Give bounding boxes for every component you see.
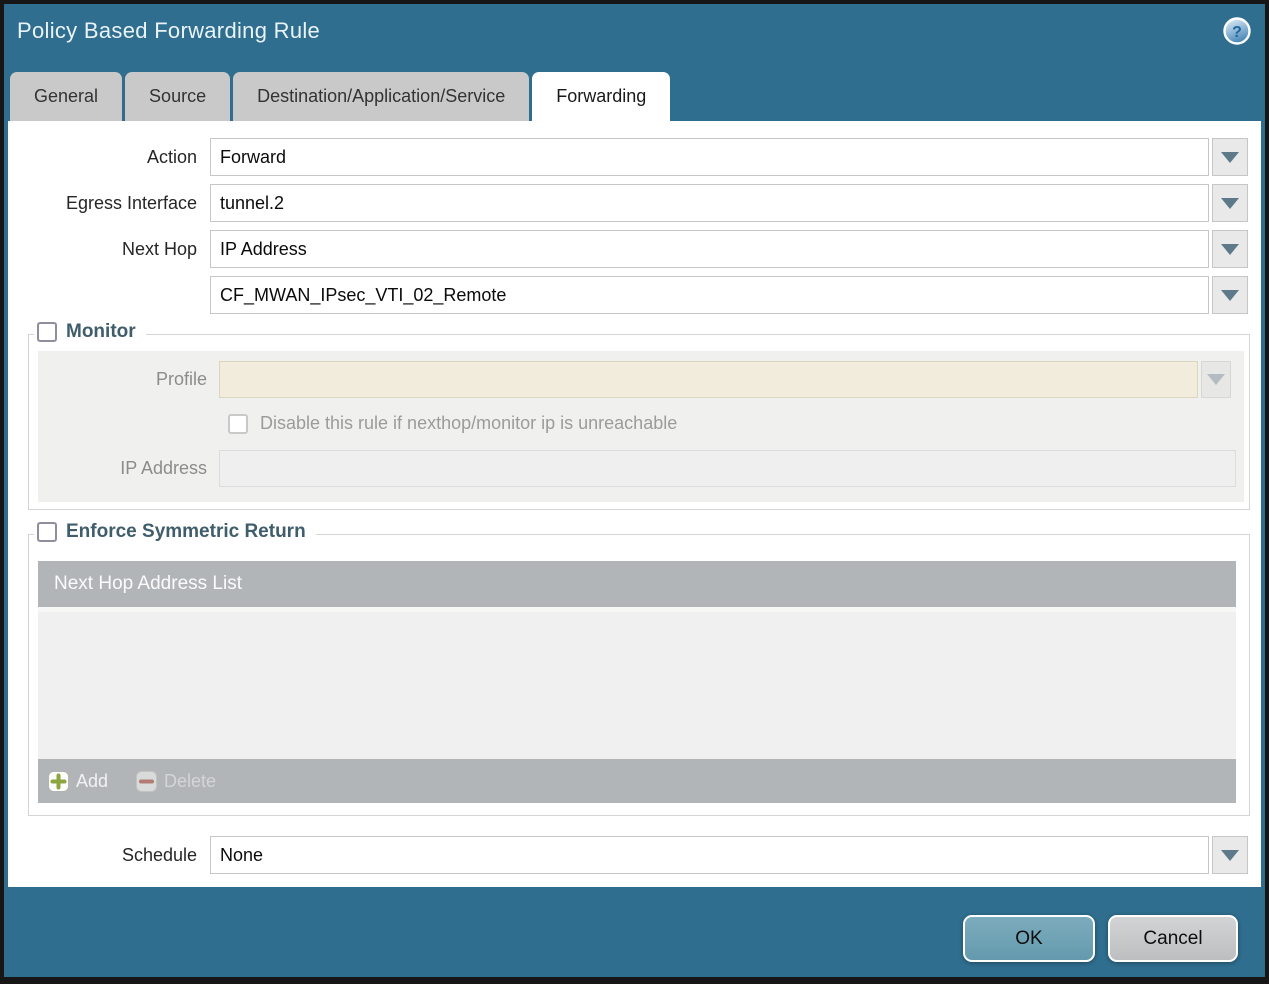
next-hop-address-list-header: Next Hop Address List — [38, 561, 1236, 607]
action-select[interactable]: Forward — [210, 138, 1209, 176]
chevron-down-icon — [1221, 151, 1239, 163]
add-button-label: Add — [76, 770, 109, 791]
pbf-rule-dialog: Policy Based Forwarding Rule ? General S… — [0, 0, 1269, 984]
add-button[interactable]: Add — [48, 770, 109, 792]
tab-general[interactable]: General — [10, 72, 123, 121]
profile-dropdown-button — [1201, 361, 1231, 398]
next-hop-address-list-body[interactable] — [38, 607, 1236, 759]
profile-select — [219, 361, 1198, 398]
next-hop-address-dropdown-button[interactable] — [1212, 276, 1248, 314]
monitor-ip-label: IP Address — [120, 458, 207, 478]
minus-icon — [136, 770, 158, 792]
profile-row: Profile — [38, 361, 1231, 398]
next-hop-label: Next Hop — [121, 238, 197, 259]
monitor-ip-row: IP Address — [38, 450, 1236, 487]
next-hop-type-select[interactable]: IP Address — [210, 230, 1209, 268]
egress-interface-select[interactable]: tunnel.2 — [210, 184, 1209, 222]
enforce-symmetric-return-label: Enforce Symmetric Return — [66, 521, 306, 542]
question-mark-icon: ? — [1223, 17, 1251, 45]
next-hop-address-list-footer: Add Delete — [38, 759, 1236, 803]
next-hop-row: Next Hop IP Address — [8, 230, 1248, 268]
egress-interface-dropdown-button[interactable] — [1212, 184, 1248, 222]
svg-text:?: ? — [1232, 24, 1242, 41]
monitor-fields: Profile Disable this rule if nexthop/mon… — [38, 351, 1244, 502]
monitor-legend: Monitor — [34, 321, 146, 343]
cancel-button[interactable]: Cancel — [1108, 915, 1238, 962]
monitor-checkbox[interactable] — [37, 322, 57, 342]
tab-bar: General Source Destination/Application/S… — [4, 72, 1265, 121]
next-hop-address-list-table: Next Hop Address List Add Delete — [38, 561, 1236, 803]
tab-source[interactable]: Source — [125, 72, 231, 121]
forwarding-tab-panel: Action Forward Egress Interface tunnel.2… — [8, 121, 1261, 887]
dialog-title: Policy Based Forwarding Rule — [17, 18, 321, 43]
action-label: Action — [146, 146, 197, 167]
dialog-titlebar: Policy Based Forwarding Rule ? — [4, 4, 1265, 72]
delete-button-label: Delete — [164, 770, 217, 791]
next-hop-type-dropdown-button[interactable] — [1212, 230, 1248, 268]
action-row: Action Forward — [8, 138, 1248, 176]
chevron-down-icon — [1221, 243, 1239, 255]
monitor-legend-label: Monitor — [66, 321, 136, 342]
help-icon[interactable]: ? — [1222, 16, 1252, 46]
enforce-symmetric-return-section: Enforce Symmetric Return Next Hop Addres… — [28, 521, 1250, 816]
disable-rule-checkbox — [228, 413, 248, 434]
chevron-down-icon — [1221, 849, 1239, 861]
next-hop-address-row: CF_MWAN_IPsec_VTI_02_Remote — [8, 276, 1248, 314]
tab-forwarding[interactable]: Forwarding — [532, 72, 671, 121]
egress-interface-row: Egress Interface tunnel.2 — [8, 184, 1248, 222]
schedule-select[interactable]: None — [210, 836, 1209, 874]
plus-icon — [48, 770, 69, 792]
tab-destination-application-service[interactable]: Destination/Application/Service — [233, 72, 530, 121]
ok-button[interactable]: OK — [963, 915, 1095, 962]
schedule-label: Schedule — [121, 844, 197, 865]
dialog-actions: OK Cancel — [4, 887, 1265, 962]
monitor-section: Monitor Profile Disable this rule if nex… — [28, 321, 1250, 510]
schedule-dropdown-button[interactable] — [1212, 836, 1248, 874]
monitor-ip-input — [219, 450, 1236, 487]
disable-rule-row: Disable this rule if nexthop/monitor ip … — [228, 410, 1244, 437]
action-dropdown-button[interactable] — [1212, 138, 1248, 176]
chevron-down-icon — [1207, 374, 1225, 385]
chevron-down-icon — [1221, 197, 1239, 209]
delete-button: Delete — [136, 770, 217, 792]
disable-rule-label: Disable this rule if nexthop/monitor ip … — [260, 413, 678, 433]
enforce-symmetric-return-checkbox[interactable] — [37, 522, 57, 542]
schedule-row: Schedule None — [8, 836, 1248, 874]
chevron-down-icon — [1221, 289, 1239, 301]
profile-label: Profile — [155, 369, 207, 389]
next-hop-address-select[interactable]: CF_MWAN_IPsec_VTI_02_Remote — [210, 276, 1209, 314]
enforce-symmetric-return-legend: Enforce Symmetric Return — [34, 521, 316, 543]
egress-interface-label: Egress Interface — [65, 192, 197, 213]
